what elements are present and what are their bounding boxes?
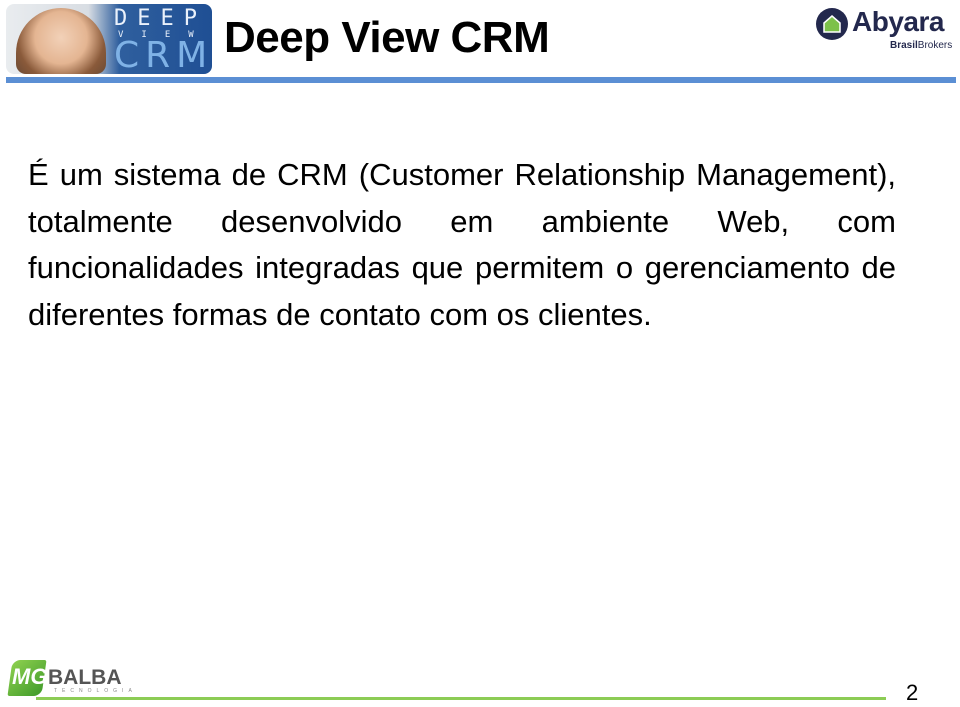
body-paragraph: É um sistema de CRM (Customer Relationsh…	[28, 157, 896, 332]
abyara-sub-bold: Brasil	[890, 40, 918, 51]
slide-title: Deep View CRM	[224, 13, 550, 62]
mg-balba-logo: MG BALBA TECNOLOGIA	[6, 658, 132, 698]
agent-photo	[16, 8, 106, 74]
header-divider	[6, 77, 956, 83]
mg-balba-tagline: TECNOLOGIA	[54, 688, 137, 694]
abyara-name: Abyara	[852, 6, 944, 37]
page-number: 2	[906, 680, 919, 705]
abyara-subtitle: BrasilBrokers	[890, 40, 952, 52]
mg-mark-text: MG	[12, 664, 48, 689]
deep-view-crm-logo: DEEP VIEW CRM	[6, 4, 212, 74]
logo-text-deep: DEEP	[114, 6, 207, 31]
mg-balba-name: BALBA	[48, 666, 122, 689]
abyara-logo: Abyara BrasilBrokers	[814, 6, 954, 54]
abyara-sub-regular: Brokers	[917, 40, 953, 51]
logo-text-crm: CRM	[114, 35, 212, 74]
footer-divider	[36, 697, 886, 700]
house-icon	[823, 15, 841, 33]
